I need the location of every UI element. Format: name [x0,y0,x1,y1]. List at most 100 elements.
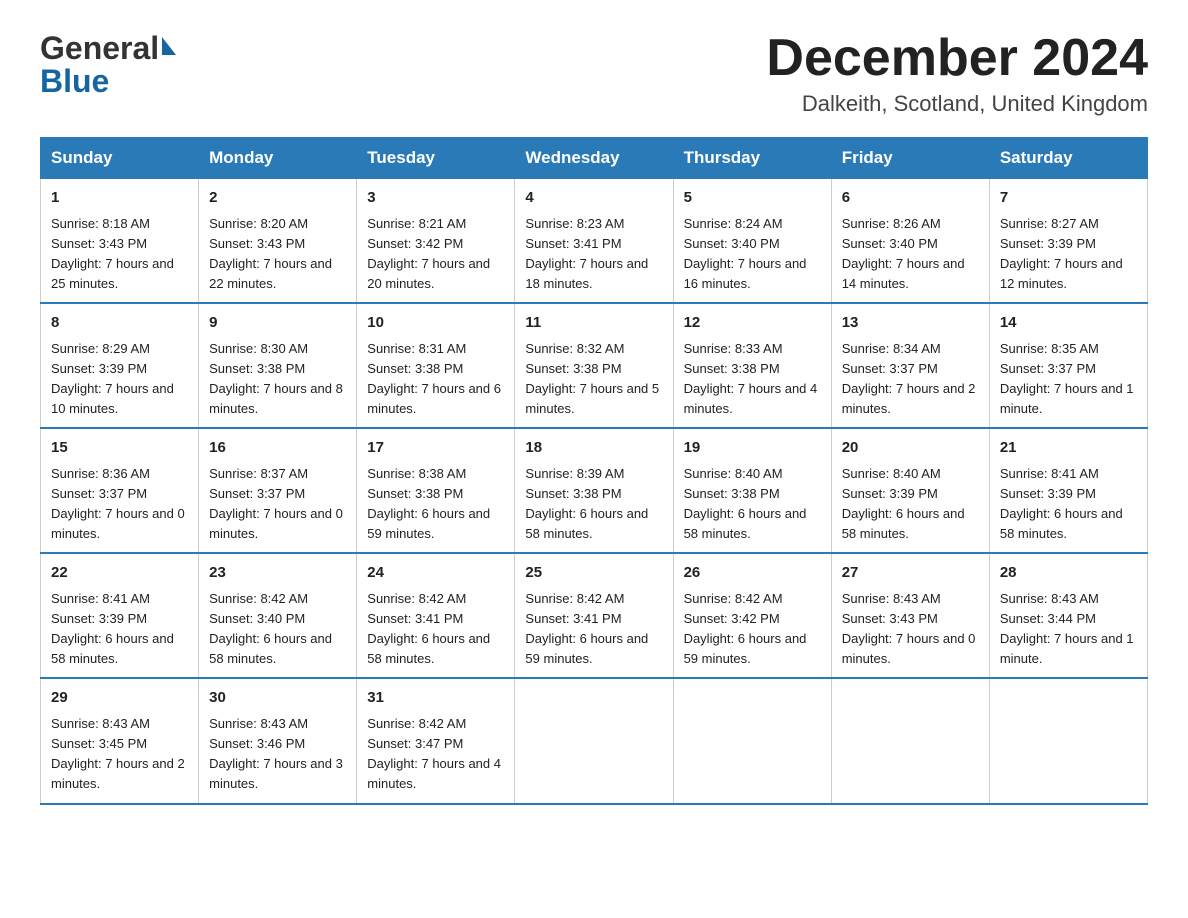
day-info: Sunrise: 8:40 AMSunset: 3:39 PMDaylight:… [842,464,979,545]
calendar-week-row: 8 Sunrise: 8:29 AMSunset: 3:39 PMDaylight… [41,303,1148,428]
day-info: Sunrise: 8:21 AMSunset: 3:42 PMDaylight:… [367,214,504,295]
day-info: Sunrise: 8:30 AMSunset: 3:38 PMDaylight:… [209,339,346,420]
day-of-week-header: Wednesday [515,138,673,179]
day-number: 8 [51,312,188,335]
calendar-week-row: 22Sunrise: 8:41 AMSunset: 3:39 PMDayligh… [41,553,1148,678]
day-info: Sunrise: 8:43 AMSunset: 3:43 PMDaylight:… [842,589,979,670]
day-info: Sunrise: 8:18 AMSunset: 3:43 PMDaylight:… [51,214,188,295]
page-header: General Blue December 2024 Dalkeith, Sco… [40,30,1148,117]
calendar-cell: 18 Sunrise: 8:39 AMSunset: 3:38 PMDayligh… [515,428,673,553]
calendar-week-row: 29 Sunrise: 8:43 AMSunset: 3:45 PMDayligh… [41,678,1148,803]
day-number: 13 [842,312,979,335]
day-info: Sunrise: 8:42 AMSunset: 3:41 PMDaylight:… [367,589,504,670]
calendar-cell: 5 Sunrise: 8:24 AMSunset: 3:40 PMDaylight… [673,179,831,304]
day-number: 27 [842,562,979,585]
day-info: Sunrise: 8:24 AMSunset: 3:40 PMDaylight:… [684,214,821,295]
header-row: SundayMondayTuesdayWednesdayThursdayFrid… [41,138,1148,179]
calendar-table: SundayMondayTuesdayWednesdayThursdayFrid… [40,137,1148,804]
calendar-week-row: 1 Sunrise: 8:18 AMSunset: 3:43 PMDaylight… [41,179,1148,304]
day-info: Sunrise: 8:42 AMSunset: 3:40 PMDaylight:… [209,589,346,670]
day-info: Sunrise: 8:42 AMSunset: 3:47 PMDaylight:… [367,714,504,795]
calendar-cell: 16 Sunrise: 8:37 AMSunset: 3:37 PMDayligh… [199,428,357,553]
day-number: 5 [684,187,821,210]
calendar-cell: 21 Sunrise: 8:41 AMSunset: 3:39 PMDayligh… [989,428,1147,553]
logo: General Blue [40,30,176,100]
day-info: Sunrise: 8:34 AMSunset: 3:37 PMDaylight:… [842,339,979,420]
day-number: 25 [525,562,662,585]
day-info: Sunrise: 8:27 AMSunset: 3:39 PMDaylight:… [1000,214,1137,295]
day-number: 12 [684,312,821,335]
day-info: Sunrise: 8:29 AMSunset: 3:39 PMDaylight:… [51,339,188,420]
day-number: 31 [367,687,504,710]
day-number: 21 [1000,437,1137,460]
calendar-cell: 20 Sunrise: 8:40 AMSunset: 3:39 PMDayligh… [831,428,989,553]
day-info: Sunrise: 8:20 AMSunset: 3:43 PMDaylight:… [209,214,346,295]
day-info: Sunrise: 8:40 AMSunset: 3:38 PMDaylight:… [684,464,821,545]
day-number: 24 [367,562,504,585]
day-info: Sunrise: 8:31 AMSunset: 3:38 PMDaylight:… [367,339,504,420]
day-info: Sunrise: 8:32 AMSunset: 3:38 PMDaylight:… [525,339,662,420]
day-info: Sunrise: 8:43 AMSunset: 3:45 PMDaylight:… [51,714,188,795]
day-info: Sunrise: 8:36 AMSunset: 3:37 PMDaylight:… [51,464,188,545]
day-info: Sunrise: 8:33 AMSunset: 3:38 PMDaylight:… [684,339,821,420]
day-number: 28 [1000,562,1137,585]
day-info: Sunrise: 8:41 AMSunset: 3:39 PMDaylight:… [51,589,188,670]
day-number: 14 [1000,312,1137,335]
day-number: 1 [51,187,188,210]
month-title: December 2024 [766,30,1148,87]
day-number: 4 [525,187,662,210]
calendar-cell: 6Sunrise: 8:26 AMSunset: 3:40 PMDaylight… [831,179,989,304]
logo-arrow-icon [162,37,176,55]
calendar-cell: 28Sunrise: 8:43 AMSunset: 3:44 PMDayligh… [989,553,1147,678]
calendar-cell: 7Sunrise: 8:27 AMSunset: 3:39 PMDaylight… [989,179,1147,304]
logo-general-text: General [40,30,159,67]
calendar-cell: 30 Sunrise: 8:43 AMSunset: 3:46 PMDayligh… [199,678,357,803]
day-info: Sunrise: 8:26 AMSunset: 3:40 PMDaylight:… [842,214,979,295]
day-info: Sunrise: 8:23 AMSunset: 3:41 PMDaylight:… [525,214,662,295]
day-number: 20 [842,437,979,460]
day-info: Sunrise: 8:37 AMSunset: 3:37 PMDaylight:… [209,464,346,545]
day-number: 29 [51,687,188,710]
day-of-week-header: Saturday [989,138,1147,179]
calendar-cell: 11Sunrise: 8:32 AMSunset: 3:38 PMDayligh… [515,303,673,428]
day-number: 18 [525,437,662,460]
day-number: 17 [367,437,504,460]
day-info: Sunrise: 8:42 AMSunset: 3:41 PMDaylight:… [525,589,662,670]
day-of-week-header: Thursday [673,138,831,179]
calendar-cell: 26Sunrise: 8:42 AMSunset: 3:42 PMDayligh… [673,553,831,678]
calendar-cell: 22Sunrise: 8:41 AMSunset: 3:39 PMDayligh… [41,553,199,678]
calendar-cell: 23 Sunrise: 8:42 AMSunset: 3:40 PMDayligh… [199,553,357,678]
day-info: Sunrise: 8:35 AMSunset: 3:37 PMDaylight:… [1000,339,1137,420]
calendar-cell: 19 Sunrise: 8:40 AMSunset: 3:38 PMDayligh… [673,428,831,553]
day-info: Sunrise: 8:42 AMSunset: 3:42 PMDaylight:… [684,589,821,670]
calendar-cell: 25 Sunrise: 8:42 AMSunset: 3:41 PMDayligh… [515,553,673,678]
calendar-cell: 12 Sunrise: 8:33 AMSunset: 3:38 PMDayligh… [673,303,831,428]
day-number: 19 [684,437,821,460]
calendar-cell: 15Sunrise: 8:36 AMSunset: 3:37 PMDayligh… [41,428,199,553]
day-of-week-header: Tuesday [357,138,515,179]
day-info: Sunrise: 8:41 AMSunset: 3:39 PMDaylight:… [1000,464,1137,545]
calendar-cell: 14 Sunrise: 8:35 AMSunset: 3:37 PMDayligh… [989,303,1147,428]
calendar-cell: 4 Sunrise: 8:23 AMSunset: 3:41 PMDaylight… [515,179,673,304]
calendar-cell: 31 Sunrise: 8:42 AMSunset: 3:47 PMDayligh… [357,678,515,803]
calendar-cell: 2Sunrise: 8:20 AMSunset: 3:43 PMDaylight… [199,179,357,304]
day-of-week-header: Sunday [41,138,199,179]
calendar-header: SundayMondayTuesdayWednesdayThursdayFrid… [41,138,1148,179]
day-info: Sunrise: 8:39 AMSunset: 3:38 PMDaylight:… [525,464,662,545]
day-number: 3 [367,187,504,210]
logo-blue-text: Blue [40,63,109,100]
day-number: 30 [209,687,346,710]
day-info: Sunrise: 8:38 AMSunset: 3:38 PMDaylight:… [367,464,504,545]
calendar-week-row: 15Sunrise: 8:36 AMSunset: 3:37 PMDayligh… [41,428,1148,553]
day-number: 16 [209,437,346,460]
day-info: Sunrise: 8:43 AMSunset: 3:46 PMDaylight:… [209,714,346,795]
calendar-cell: 13 Sunrise: 8:34 AMSunset: 3:37 PMDayligh… [831,303,989,428]
calendar-cell: 8 Sunrise: 8:29 AMSunset: 3:39 PMDaylight… [41,303,199,428]
location-text: Dalkeith, Scotland, United Kingdom [766,91,1148,117]
calendar-cell: 29 Sunrise: 8:43 AMSunset: 3:45 PMDayligh… [41,678,199,803]
day-of-week-header: Friday [831,138,989,179]
day-number: 9 [209,312,346,335]
calendar-cell: 17 Sunrise: 8:38 AMSunset: 3:38 PMDayligh… [357,428,515,553]
calendar-cell: 10Sunrise: 8:31 AMSunset: 3:38 PMDayligh… [357,303,515,428]
day-number: 23 [209,562,346,585]
